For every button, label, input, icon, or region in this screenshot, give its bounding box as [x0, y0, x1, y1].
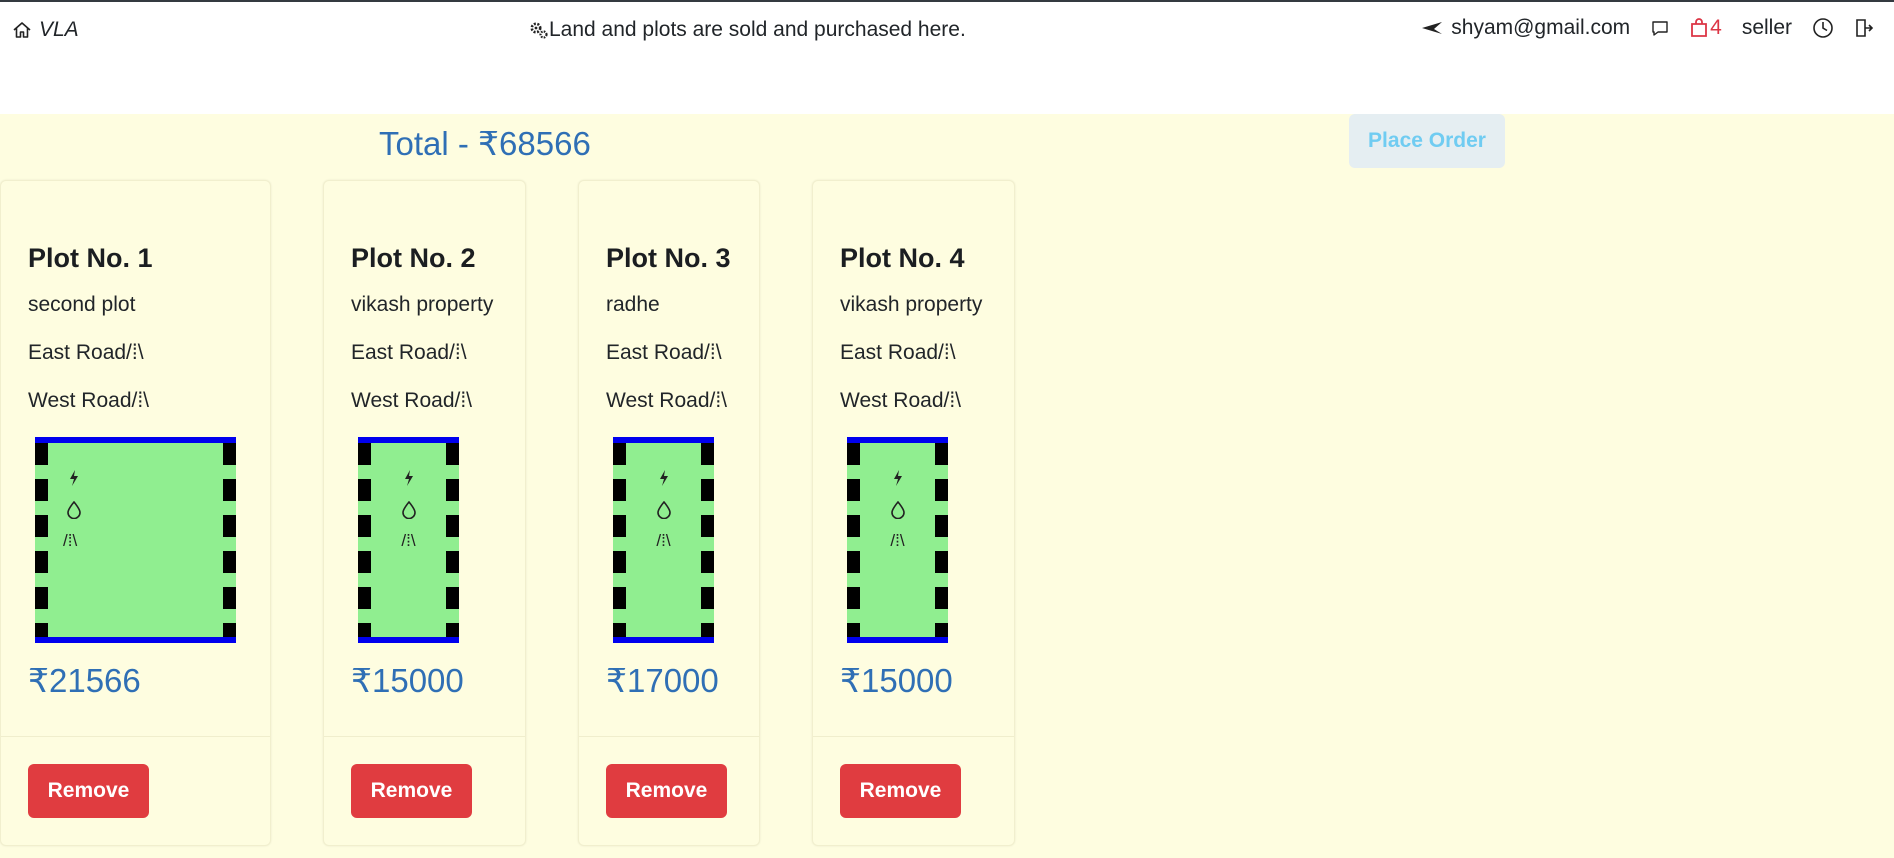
tagline: Land and plots are sold and purchased he…	[529, 18, 966, 42]
logout-icon	[1854, 18, 1874, 38]
role-label: seller	[1741, 16, 1792, 39]
plot-name: radhe	[606, 293, 660, 316]
plot-title: Plot No. 4	[840, 243, 965, 273]
plot-price: ₹15000	[351, 662, 464, 699]
clock-icon	[1812, 17, 1834, 39]
bag-icon	[1690, 18, 1708, 38]
west-road: West Road/⁞\	[606, 389, 727, 412]
plot-card: Plot No. 2 vikash property East Road/⁞\ …	[323, 180, 526, 846]
card-footer: Remove	[813, 736, 1014, 818]
plot-left-road	[35, 443, 48, 637]
plot-card: Plot No. 1 second plot East Road/⁞\ West…	[0, 180, 271, 846]
card-footer: Remove	[1, 736, 270, 818]
cart-page: Total - ₹68566 Place Order Plot No. 1 se…	[0, 114, 1894, 858]
tagline-text: Land and plots are sold and purchased he…	[549, 18, 966, 41]
card-footer: Remove	[579, 736, 759, 818]
plot-name: second plot	[28, 293, 136, 316]
east-road: East Road/⁞\	[28, 341, 144, 364]
plot-name: vikash property	[351, 293, 494, 316]
remove-button[interactable]: Remove	[840, 764, 961, 818]
road-glyph: /⁞\	[401, 531, 416, 550]
navbar: VLA Land and plots are sold and purchase…	[0, 2, 1894, 60]
cart-button[interactable]: 4	[1690, 16, 1722, 40]
brand-link[interactable]: VLA	[12, 18, 79, 42]
history-button[interactable]	[1812, 17, 1834, 39]
remove-button[interactable]: Remove	[351, 764, 472, 818]
plot-card: Plot No. 4 vikash property East Road/⁞\ …	[812, 180, 1015, 846]
cart-total: Total - ₹68566	[379, 125, 591, 162]
chat-button[interactable]	[1650, 18, 1670, 38]
brand-label: VLA	[39, 18, 79, 41]
plot-name: vikash property	[840, 293, 983, 316]
chat-icon	[1650, 18, 1670, 38]
plot-diagram: /⁞\	[358, 437, 459, 643]
plot-price: ₹17000	[606, 662, 719, 699]
remove-button[interactable]: Remove	[28, 764, 149, 818]
droplet-icon	[66, 501, 82, 519]
gears-icon	[529, 20, 549, 40]
place-order-button[interactable]: Place Order	[1349, 114, 1505, 168]
droplet-icon	[358, 501, 459, 519]
west-road: West Road/⁞\	[840, 389, 961, 412]
plot-card: Plot No. 3 radhe East Road/⁞\ West Road/…	[578, 180, 760, 846]
plot-diagram: /⁞\	[613, 437, 714, 643]
droplet-icon	[613, 501, 714, 519]
droplet-icon	[847, 501, 948, 519]
plot-right-road	[223, 443, 236, 637]
house-icon	[12, 20, 32, 40]
east-road: East Road/⁞\	[351, 341, 467, 364]
east-road: East Road/⁞\	[840, 341, 956, 364]
card-footer: Remove	[324, 736, 525, 818]
remove-button[interactable]: Remove	[606, 764, 727, 818]
plot-title: Plot No. 3	[606, 243, 731, 273]
east-road: East Road/⁞\	[606, 341, 722, 364]
nav-right: shyam@gmail.com 4 seller	[1421, 16, 1874, 40]
plot-diagram: /⁞\	[847, 437, 948, 643]
lightning-icon	[358, 469, 459, 487]
lightning-icon	[68, 469, 80, 487]
plot-title: Plot No. 1	[28, 243, 153, 273]
paper-plane-icon	[1421, 20, 1443, 36]
plot-price: ₹21566	[28, 662, 141, 699]
road-glyph: /⁞\	[656, 531, 671, 550]
email-label: shyam@gmail.com	[1451, 16, 1631, 39]
plot-title: Plot No. 2	[351, 243, 476, 273]
road-glyph: /⁞\	[890, 531, 905, 550]
logout-button[interactable]	[1854, 18, 1874, 38]
road-glyph: /⁞\	[63, 531, 78, 550]
user-email[interactable]: shyam@gmail.com	[1421, 16, 1630, 40]
west-road: West Road/⁞\	[28, 389, 149, 412]
west-road: West Road/⁞\	[351, 389, 472, 412]
lightning-icon	[613, 469, 714, 487]
plot-price: ₹15000	[840, 662, 953, 699]
cart-count: 4	[1710, 16, 1722, 39]
lightning-icon	[847, 469, 948, 487]
plot-diagram: /⁞\	[35, 437, 236, 643]
